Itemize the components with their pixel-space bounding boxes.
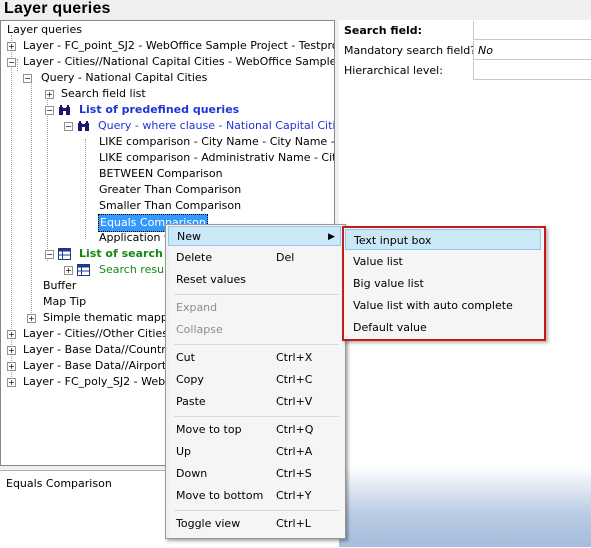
menu-item-toggle-view[interactable]: Toggle view Ctrl+L [168,514,341,534]
table-icon [58,248,71,260]
tree-node-layer-national-capitals[interactable]: − Layer - Cities//National Capital Citie… [7,54,334,70]
binoculars-icon [78,121,89,131]
expand-icon[interactable]: + [7,362,16,371]
collapse-icon[interactable]: − [45,250,54,259]
property-row: Mandatory search field? No [339,41,591,60]
menu-item-expand: Expand [176,301,218,314]
submenu-item-big-value-list[interactable]: Big value list [345,273,541,294]
expand-icon[interactable]: + [7,378,16,387]
description-text: Equals Comparison [6,477,112,490]
hierarchical-level-value[interactable] [473,61,591,80]
expand-icon[interactable]: + [7,42,16,51]
collapse-icon[interactable]: − [45,106,54,115]
submenu-item-text-input-box[interactable]: Text input box [345,229,541,250]
menu-item-copy[interactable]: Copy Ctrl+C [168,370,341,390]
menu-separator [174,344,339,345]
submenu-item-value-list-auto-complete[interactable]: Value list with auto complete [345,295,541,316]
help-panel [339,466,591,547]
search-field-value[interactable] [473,21,591,40]
context-menu: New ▶ Delete Del Reset values Expand Col… [165,224,346,539]
expand-icon[interactable]: + [45,90,54,99]
collapse-icon[interactable]: − [7,58,16,67]
expand-icon[interactable]: + [64,266,73,275]
menu-item-up[interactable]: Up Ctrl+A [168,442,341,462]
submenu-item-value-list[interactable]: Value list [345,251,541,272]
collapse-icon[interactable]: − [64,122,73,131]
binoculars-icon [59,105,70,115]
submenu-item-default-value[interactable]: Default value [345,317,541,338]
tree-guide [31,75,32,315]
menu-item-cut[interactable]: Cut Ctrl+X [168,348,341,368]
collapse-icon[interactable]: − [23,74,32,83]
menu-item-collapse: Collapse [176,323,223,336]
menu-separator [174,416,339,417]
page-title: Layer queries [4,0,111,17]
menu-item-move-to-bottom[interactable]: Move to bottom Ctrl+Y [168,486,341,506]
menu-separator [174,510,339,511]
tree-node-layer-fc-point[interactable]: + Layer - FC_point_SJ2 - WebOffice Sampl… [7,38,334,54]
menu-item-reset-values[interactable]: Reset values [168,270,341,290]
mandatory-field-value[interactable]: No [473,41,591,60]
tree-guide [85,139,86,239]
property-row: Search field: [339,21,591,40]
property-row: Hierarchical level: [339,61,591,80]
menu-item-delete[interactable]: Delete Del [168,248,341,268]
expand-icon[interactable]: + [27,314,36,323]
table-icon [77,264,90,276]
submenu-arrow-icon: ▶ [328,232,335,242]
menu-item-new[interactable]: New ▶ [168,226,341,246]
menu-item-paste[interactable]: Paste Ctrl+V [168,392,341,412]
expand-icon[interactable]: + [7,330,16,339]
expand-icon[interactable]: + [7,346,16,355]
new-submenu: Text input box Value list Big value list… [342,226,546,341]
tree-guide [47,91,48,261]
menu-item-move-to-top[interactable]: Move to top Ctrl+Q [168,420,341,440]
menu-item-down[interactable]: Down Ctrl+S [168,464,341,484]
menu-separator [174,294,339,295]
